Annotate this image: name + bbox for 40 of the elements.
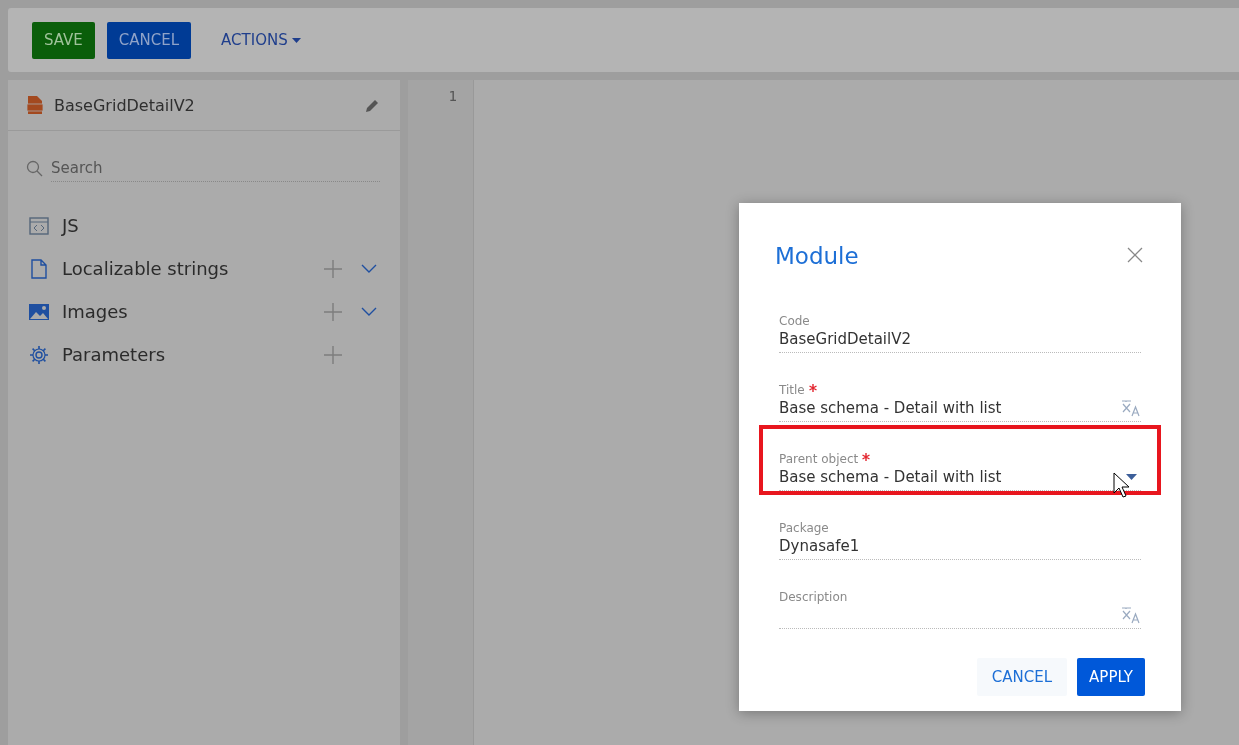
image-icon bbox=[29, 303, 49, 320]
code-window-icon bbox=[29, 216, 49, 235]
field-label: Parent object bbox=[779, 452, 859, 466]
field-label: Description bbox=[779, 590, 848, 604]
text-field[interactable]: Code BaseGridDetailV2 bbox=[779, 295, 1141, 353]
chevron-down-icon[interactable] bbox=[361, 264, 377, 273]
save-button[interactable]: SAVE bbox=[32, 21, 95, 59]
search-field[interactable]: Search bbox=[51, 155, 380, 182]
apply-button[interactable]: APPLY bbox=[1077, 658, 1145, 696]
field-label: Title bbox=[779, 383, 805, 397]
schema-name: BaseGridDetailV2 bbox=[54, 95, 196, 115]
translate-icon[interactable] bbox=[1121, 399, 1141, 417]
text-field[interactable]: Description bbox=[779, 571, 1141, 629]
actions-dropdown[interactable]: ACTIONS bbox=[211, 31, 311, 49]
field-value: Base schema - Detail with list bbox=[779, 399, 1003, 417]
sidebar-item[interactable]: JS bbox=[8, 204, 400, 247]
cancel-button[interactable]: CANCEL bbox=[106, 21, 192, 59]
field-label: Code bbox=[779, 314, 810, 328]
search-icon bbox=[26, 160, 43, 177]
pencil-icon[interactable] bbox=[365, 97, 380, 113]
text-field[interactable]: Title Base schema - Detail with list bbox=[779, 364, 1141, 422]
sidebar-item[interactable]: Localizable strings bbox=[8, 247, 400, 290]
gear-icon bbox=[29, 344, 49, 365]
dialog-title: Module bbox=[775, 243, 859, 269]
chevron-down-icon[interactable] bbox=[361, 307, 377, 316]
sidebar-item[interactable]: Images bbox=[8, 290, 400, 333]
close-icon[interactable] bbox=[1127, 247, 1145, 265]
field-value: Base schema - Detail with list bbox=[779, 468, 1003, 486]
field-value: Dynasafe1 bbox=[779, 537, 861, 555]
caret-icon bbox=[291, 37, 301, 43]
cancel-button[interactable]: CANCEL bbox=[976, 658, 1068, 696]
document-icon bbox=[31, 258, 47, 279]
js-file-icon bbox=[26, 95, 44, 115]
line-number: 1 bbox=[447, 88, 457, 104]
field-label: Package bbox=[779, 521, 829, 535]
text-field[interactable]: Package Dynasafe1 bbox=[779, 502, 1141, 560]
translate-icon[interactable] bbox=[1121, 606, 1141, 624]
field-value: BaseGridDetailV2 bbox=[779, 330, 912, 348]
caret-icon[interactable] bbox=[1126, 474, 1137, 480]
sidebar-item[interactable]: Parameters bbox=[8, 333, 400, 376]
